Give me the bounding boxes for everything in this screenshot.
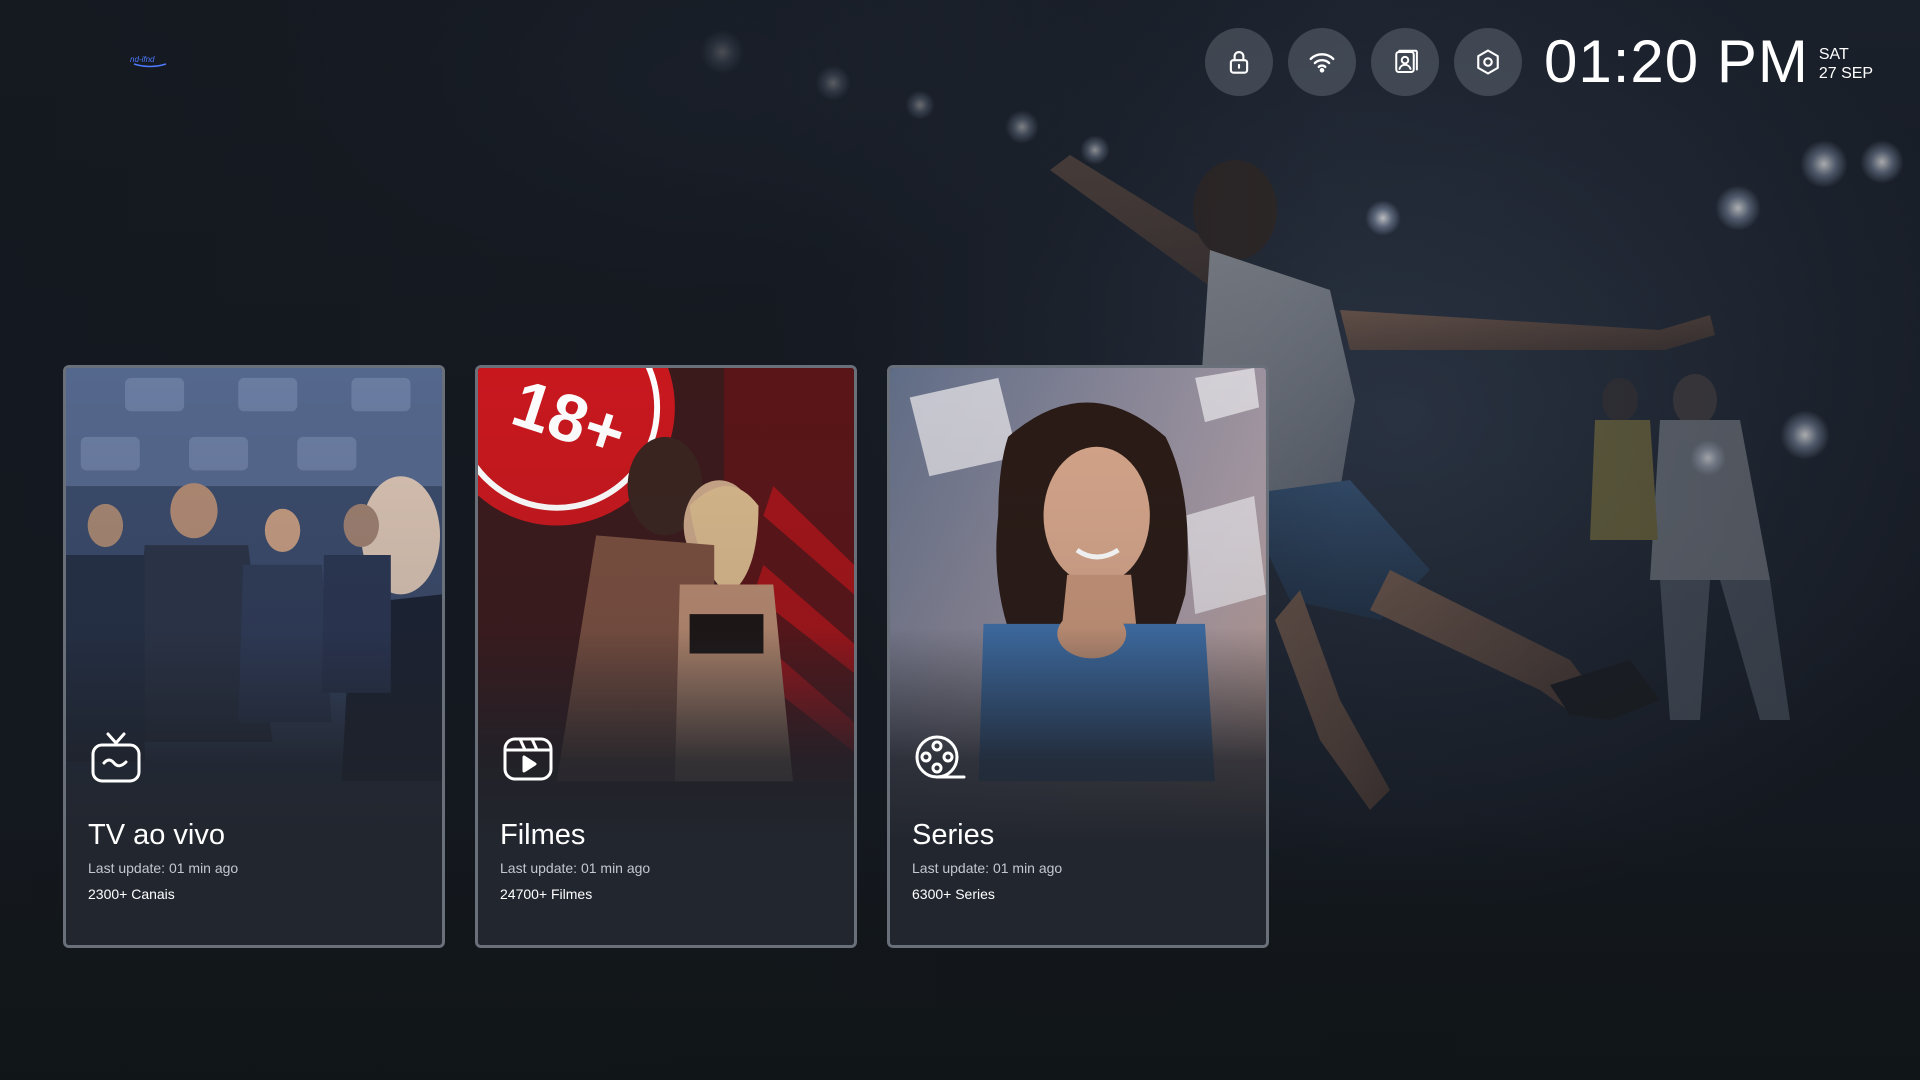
card-count: 24700+ Filmes xyxy=(500,886,593,902)
card-last-update: Last update: 01 min ago xyxy=(912,860,1063,876)
svg-text:nd-ifnd: nd-ifnd xyxy=(130,55,155,64)
settings-button[interactable] xyxy=(1454,28,1522,96)
card-last-update: Last update: 01 min ago xyxy=(88,860,239,876)
card-filmes[interactable]: 18+ xyxy=(475,365,857,948)
film-reel-icon xyxy=(915,735,966,779)
wifi-icon xyxy=(1309,53,1335,73)
category-cards: TV ao vivo Last update: 01 min ago 2300+… xyxy=(63,365,1269,948)
clock-date-text: 27 SEP xyxy=(1818,65,1874,82)
clock-day: SAT xyxy=(1818,46,1849,63)
header-toolbar xyxy=(1205,28,1522,96)
card-body: Filmes Last update: 01 min ago 24700+ Fi… xyxy=(500,730,834,903)
home-screen: nd-ifnd 01:20 PM SAT 27 SEP TV ao vivo L… xyxy=(0,0,1920,1080)
card-title: Series xyxy=(912,819,995,851)
card-title: TV ao vivo xyxy=(88,819,225,851)
tv-icon xyxy=(91,732,141,783)
profile-icon xyxy=(1395,49,1418,73)
card-body: TV ao vivo Last update: 01 min ago 2300+… xyxy=(88,730,422,903)
card-series[interactable]: Series Last update: 01 min ago 6300+ Ser… xyxy=(887,365,1269,948)
clock-time: 01:20 PM xyxy=(1544,28,1809,95)
card-body: Series Last update: 01 min ago 6300+ Ser… xyxy=(912,730,1246,903)
card-count: 6300+ Series xyxy=(912,886,995,902)
wifi-button[interactable] xyxy=(1288,28,1356,96)
card-count: 2300+ Canais xyxy=(88,886,175,902)
clock: 01:20 PM SAT 27 SEP xyxy=(1544,24,1873,100)
clock-date: SAT 27 SEP xyxy=(1819,41,1873,83)
lock-icon xyxy=(1229,50,1249,74)
card-tv-ao-vivo[interactable]: TV ao vivo Last update: 01 min ago 2300+… xyxy=(63,365,445,948)
card-title: Filmes xyxy=(500,819,586,851)
settings-icon xyxy=(1477,49,1499,75)
app-logo[interactable]: nd-ifnd xyxy=(128,52,172,68)
movie-play-icon xyxy=(503,737,553,781)
card-last-update: Last update: 01 min ago xyxy=(500,860,651,876)
profile-button[interactable] xyxy=(1371,28,1439,96)
lock-button[interactable] xyxy=(1205,28,1273,96)
